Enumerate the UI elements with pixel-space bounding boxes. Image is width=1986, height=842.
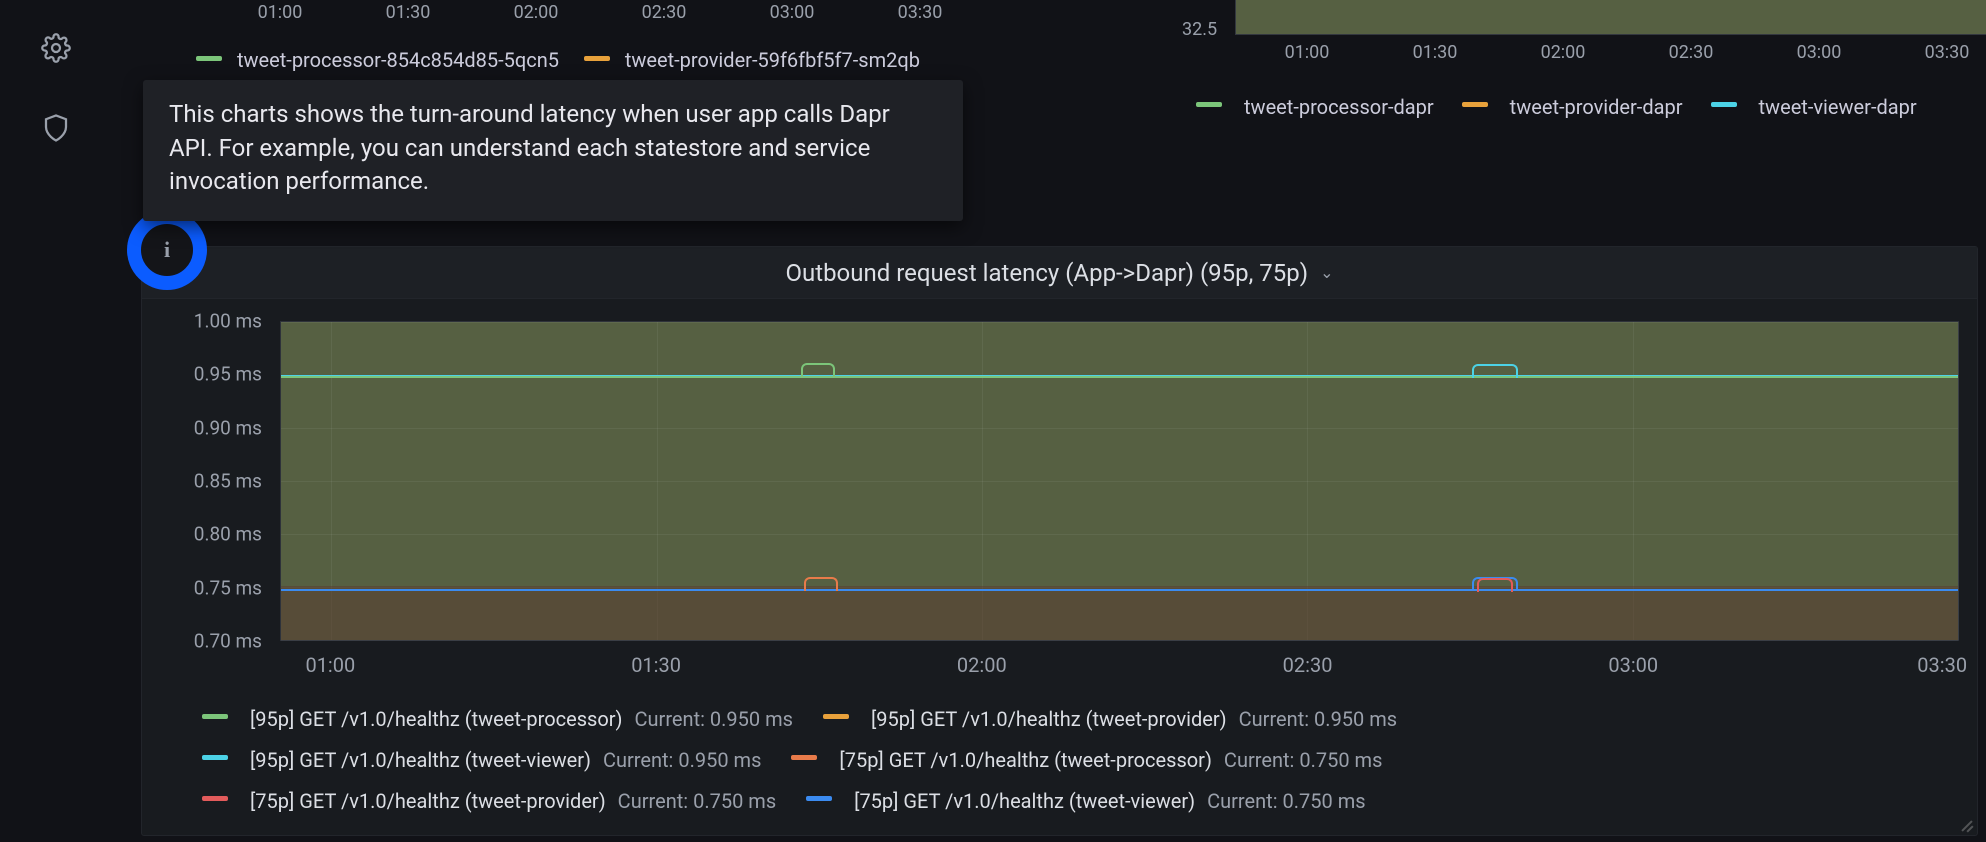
x-tick: 01:00: [305, 653, 355, 677]
y-tick: 0.75 ms: [194, 576, 262, 599]
legend-swatch: [1196, 102, 1222, 107]
panel-info-icon[interactable]: i: [127, 210, 207, 290]
legend-current: Current: 0.950 ms: [1239, 699, 1397, 740]
legend-label: [95p] GET /v1.0/healthz (tweet-processor…: [250, 699, 623, 740]
y-tick: 0.70 ms: [194, 630, 262, 653]
panel-title[interactable]: Outbound request latency (App->Dapr) (95…: [142, 247, 1977, 299]
x-tick: 02:00: [1534, 42, 1592, 63]
legend-label: [95p] GET /v1.0/healthz (tweet-provider): [871, 699, 1227, 740]
main-legend: [95p] GET /v1.0/healthz (tweet-processor…: [202, 699, 1947, 822]
legend-swatch: [791, 755, 817, 760]
legend-label: [75p] GET /v1.0/healthz (tweet-viewer): [854, 781, 1195, 822]
legend-current: Current: 0.750 ms: [618, 781, 776, 822]
legend-label: tweet-processor-dapr: [1244, 95, 1434, 119]
panel-resize-handle[interactable]: [1955, 813, 1973, 831]
x-tick: 03:00: [1790, 42, 1848, 63]
legend-swatch: [202, 714, 228, 719]
panel-description-tooltip: This charts shows the turn-around latenc…: [143, 80, 963, 221]
series-line-95p-processor: [281, 376, 1958, 378]
x-tick: 01:30: [631, 653, 681, 677]
gear-icon[interactable]: [38, 30, 74, 66]
legend-swatch: [806, 796, 832, 801]
x-tick: 02:00: [507, 2, 565, 23]
upper-panels: 01:00 01:30 02:00 02:30 03:00 03:30 twee…: [113, 0, 1986, 180]
legend-label[interactable]: tweet-provider-59f6fbf5f7-sm2qb: [625, 48, 920, 72]
series-line-75p-viewer: [281, 589, 1958, 591]
y-tick: 1.00 ms: [194, 310, 262, 333]
upper-left-x-axis: 01:00 01:30 02:00 02:30 03:00 03:30: [251, 2, 949, 23]
legend-item[interactable]: [95p] GET /v1.0/healthz (tweet-processor…: [202, 699, 793, 740]
legend-item[interactable]: tweet-processor-dapr: [1196, 95, 1434, 119]
upper-right-plot[interactable]: [1235, 0, 1986, 35]
legend-swatch: [823, 714, 849, 719]
x-tick: 02:00: [957, 653, 1007, 677]
legend-current: Current: 0.950 ms: [603, 740, 761, 781]
legend-label: [95p] GET /v1.0/healthz (tweet-viewer): [250, 740, 591, 781]
series-spike: [801, 363, 835, 377]
legend-item[interactable]: [95p] GET /v1.0/healthz (tweet-provider)…: [823, 699, 1397, 740]
main-area: 01:00 01:30 02:00 02:30 03:00 03:30 twee…: [113, 0, 1986, 842]
series-spike: [1472, 364, 1518, 378]
series-spike: [804, 577, 838, 591]
legend-item[interactable]: [95p] GET /v1.0/healthz (tweet-viewer) C…: [202, 740, 761, 781]
y-tick: 0.85 ms: [194, 470, 262, 493]
legend-swatch: [202, 755, 228, 760]
x-tick: 03:30: [1917, 653, 1967, 677]
legend-current: Current: 0.750 ms: [1224, 740, 1382, 781]
chevron-down-icon: ⌄: [1320, 263, 1333, 282]
x-tick: 03:30: [1918, 42, 1976, 63]
plot-lower-band: [281, 586, 1958, 640]
legend-item[interactable]: [75p] GET /v1.0/healthz (tweet-provider)…: [202, 781, 776, 822]
legend-label: [75p] GET /v1.0/healthz (tweet-provider): [250, 781, 606, 822]
legend-item[interactable]: [75p] GET /v1.0/healthz (tweet-processor…: [791, 740, 1382, 781]
x-tick: 01:30: [1406, 42, 1464, 63]
legend-label[interactable]: tweet-processor-854c854d85-5qcn5: [237, 48, 559, 72]
y-tick: 0.80 ms: [194, 523, 262, 546]
x-tick: 03:30: [891, 2, 949, 23]
series-spike: [1477, 578, 1513, 592]
sidebar: [0, 0, 113, 842]
legend-label: tweet-provider-dapr: [1510, 95, 1683, 119]
panel-upper-right: 32.5 01:00 01:30 02:00 02:30 03:00 03:30…: [1118, 0, 1986, 125]
upper-left-legend: tweet-processor-854c854d85-5qcn5 tweet-p…: [196, 48, 920, 72]
x-tick: 01:30: [379, 2, 437, 23]
legend-label: tweet-viewer-dapr: [1759, 95, 1917, 119]
legend-current: Current: 0.750 ms: [1207, 781, 1365, 822]
y-axis: 1.00 ms 0.95 ms 0.90 ms 0.85 ms 0.80 ms …: [174, 321, 268, 641]
legend-swatch: [1711, 102, 1737, 107]
x-tick: 01:00: [1278, 42, 1336, 63]
legend-swatch: [1462, 102, 1488, 107]
y-tick: 0.95 ms: [194, 363, 262, 386]
x-tick: 03:00: [1608, 653, 1658, 677]
legend-swatch: [584, 56, 610, 61]
x-tick: 03:00: [763, 2, 821, 23]
legend-item[interactable]: tweet-provider-dapr: [1462, 95, 1683, 119]
shield-icon[interactable]: [38, 110, 74, 146]
x-tick: 01:00: [251, 2, 309, 23]
legend-item[interactable]: [75p] GET /v1.0/healthz (tweet-viewer) C…: [806, 781, 1365, 822]
x-tick: 02:30: [635, 2, 693, 23]
plot-area[interactable]: [280, 321, 1959, 641]
x-tick: 02:30: [1283, 653, 1333, 677]
upper-right-x-axis: 01:00 01:30 02:00 02:30 03:00 03:30: [1278, 42, 1976, 63]
y-tick: 0.90 ms: [194, 416, 262, 439]
upper-right-legend: tweet-processor-dapr tweet-provider-dapr…: [1196, 95, 1917, 119]
legend-item[interactable]: tweet-viewer-dapr: [1711, 95, 1917, 119]
panel-title-text: Outbound request latency (App->Dapr) (95…: [785, 259, 1308, 287]
legend-current: Current: 0.950 ms: [635, 699, 793, 740]
upper-right-y-tick: 32.5: [1182, 19, 1217, 40]
legend-swatch: [202, 796, 228, 801]
legend-label: [75p] GET /v1.0/healthz (tweet-processor…: [839, 740, 1212, 781]
legend-swatch: [196, 56, 222, 61]
plot-area-wrapper: 1.00 ms 0.95 ms 0.90 ms 0.85 ms 0.80 ms …: [174, 321, 1959, 641]
x-tick: 02:30: [1662, 42, 1720, 63]
panel-outbound-latency: Outbound request latency (App->Dapr) (95…: [141, 246, 1978, 836]
